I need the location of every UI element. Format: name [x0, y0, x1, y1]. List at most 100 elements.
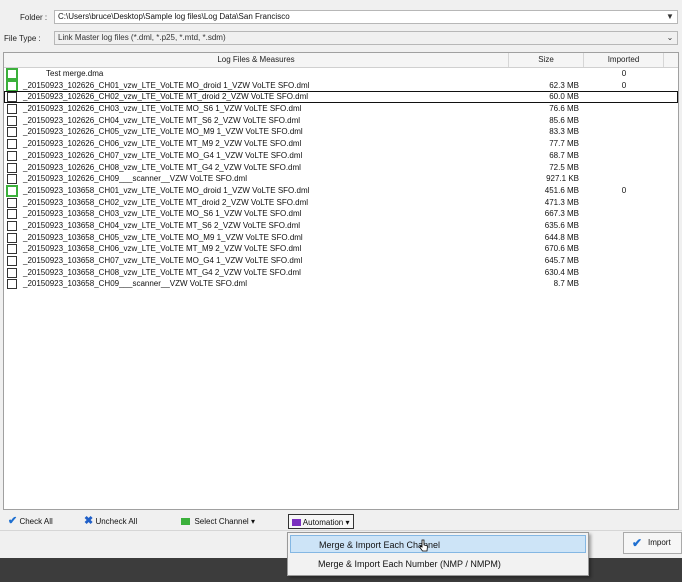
file-type-label: File Type : [4, 34, 41, 43]
dropdown-arrow-icon: ▾ [345, 518, 350, 527]
table-row[interactable]: _20150923_103658_CH07_vzw_LTE_VoLTE MO_G… [4, 255, 678, 267]
table-row[interactable]: _20150923_103658_CH05_vzw_LTE_VoLTE MO_M… [4, 232, 678, 244]
row-checkbox[interactable] [7, 279, 17, 290]
row-checkbox[interactable] [7, 256, 17, 266]
row-checkbox[interactable] [7, 104, 17, 115]
table-row[interactable]: _20150923_102626_CH02_vzw_LTE_VoLTE MT_d… [4, 91, 678, 104]
file-name: _20150923_103658_CH08_vzw_LTE_VoLTE MT_G… [23, 267, 301, 277]
file-size: 62.3 MB [549, 80, 579, 90]
row-checkbox[interactable] [7, 197, 17, 208]
menu-item-label: Merge & Import Each Number (NMP / NMPM) [318, 559, 501, 569]
row-checkbox[interactable] [7, 92, 17, 103]
check-all-button[interactable]: ✔ Check All [8, 514, 53, 529]
x-icon: ✖ [84, 515, 94, 527]
table-row[interactable]: _20150923_102626_CH05_vzw_LTE_VoLTE MO_M… [4, 126, 678, 138]
list-header: Log Files & Measures Size Imported [4, 53, 678, 68]
hand-cursor-icon [419, 539, 428, 552]
row-checkbox[interactable] [7, 220, 17, 231]
table-row[interactable]: _20150923_103658_CH04_vzw_LTE_VoLTE MT_S… [4, 220, 678, 232]
column-header-size[interactable]: Size [509, 53, 584, 67]
row-checkbox[interactable] [7, 127, 17, 138]
file-name: _20150923_103658_CH06_vzw_LTE_VoLTE MT_M… [23, 244, 302, 254]
file-size: 76.6 MB [549, 104, 579, 114]
row-checkbox[interactable] [6, 68, 18, 80]
file-name: _20150923_102626_CH09___scanner__VZW VoL… [23, 174, 247, 184]
import-button[interactable]: ✔ Import [623, 532, 682, 554]
check-all-label: Check All [19, 517, 53, 526]
row-checkbox[interactable] [7, 232, 17, 243]
file-name: _20150923_103658_CH04_vzw_LTE_VoLTE MT_S… [23, 220, 301, 230]
file-name: _20150923_102626_CH01_vzw_LTE_VoLTE MO_d… [23, 80, 310, 90]
table-row[interactable]: _20150923_103658_CH08_vzw_LTE_VoLTE MT_G… [4, 267, 678, 279]
purple-square-icon [292, 519, 301, 527]
row-checkbox[interactable] [7, 115, 17, 126]
column-header-log-files[interactable]: Log Files & Measures [4, 53, 509, 67]
imported-value: 0 [621, 185, 627, 195]
dropdown-arrow-icon[interactable]: ▼ [663, 11, 677, 23]
list-rows: Test merge.dma 0 _20150923_102626_CH01_vzw… [4, 68, 678, 290]
table-row[interactable]: _20150923_103658_CH01_vzw_LTE_VoLTE MO_d… [4, 184, 678, 197]
file-size: 77.7 MB [549, 139, 579, 149]
table-row[interactable]: _20150923_103658_CH02_vzw_LTE_VoLTE MT_d… [4, 197, 678, 209]
file-size: 927.1 KB [546, 174, 579, 184]
table-row[interactable]: _20150923_102626_CH01_vzw_LTE_VoLTE MO_d… [4, 79, 678, 92]
folder-value: C:\Users\bruce\Desktop\Sample log files\… [58, 12, 290, 21]
dropdown-arrow-icon: ▾ [250, 517, 255, 526]
file-size: 667.3 MB [544, 209, 579, 219]
file-size: 471.3 MB [544, 197, 579, 207]
file-name: _20150923_103658_CH03_vzw_LTE_VoLTE MO_S… [23, 209, 302, 219]
import-label: Import [648, 538, 671, 547]
row-checkbox[interactable] [7, 174, 17, 185]
file-name: _20150923_102626_CH04_vzw_LTE_VoLTE MT_S… [23, 115, 301, 125]
log-file-list[interactable]: Log Files & Measures Size Imported Test … [3, 52, 679, 510]
file-name: _20150923_102626_CH05_vzw_LTE_VoLTE MO_M… [23, 127, 303, 137]
checkmark-icon: ✔ [632, 536, 643, 550]
file-type-combo[interactable]: Link Master log files (*.dml, *.p25, *.m… [54, 31, 678, 45]
automation-label: Automation [302, 518, 344, 527]
uncheck-all-button[interactable]: ✖ Uncheck All [84, 514, 137, 529]
row-checkbox[interactable] [7, 267, 17, 278]
table-row[interactable]: _20150923_103658_CH03_vzw_LTE_VoLTE MO_S… [4, 208, 678, 220]
table-row[interactable]: _20150923_102626_CH04_vzw_LTE_VoLTE MT_S… [4, 115, 678, 127]
file-size: 60.0 MB [549, 92, 579, 102]
table-row[interactable]: _20150923_102626_CH07_vzw_LTE_VoLTE MO_G… [4, 150, 678, 162]
table-row[interactable]: _20150923_102626_CH03_vzw_LTE_VoLTE MO_S… [4, 103, 678, 115]
file-size: 8.7 MB [553, 279, 579, 289]
checkmark-icon: ✔ [8, 515, 18, 527]
row-checkbox[interactable] [7, 162, 17, 173]
table-row[interactable]: _20150923_103658_CH09___scanner__VZW VoL… [4, 278, 678, 290]
table-row[interactable]: _20150923_102626_CH06_vzw_LTE_VoLTE MT_M… [4, 138, 678, 150]
row-checkbox[interactable] [7, 139, 17, 150]
folder-combo[interactable]: C:\Users\bruce\Desktop\Sample log files\… [54, 10, 678, 24]
file-name: _20150923_103658_CH01_vzw_LTE_VoLTE MO_d… [23, 185, 310, 195]
automation-menu: Merge & Import Each Channel Merge & Impo… [287, 532, 589, 576]
file-name: _20150923_103658_CH05_vzw_LTE_VoLTE MO_M… [23, 232, 303, 242]
row-checkbox[interactable] [7, 244, 17, 255]
imported-value: 0 [621, 69, 627, 78]
menu-item-merge-import-each-channel[interactable]: Merge & Import Each Channel [290, 535, 586, 553]
select-channel-label: Select Channel [194, 517, 249, 526]
automation-button[interactable]: Automation ▾ [288, 514, 354, 529]
file-name: _20150923_102626_CH06_vzw_LTE_VoLTE MT_M… [23, 139, 302, 149]
file-name: _20150923_102626_CH03_vzw_LTE_VoLTE MO_S… [23, 104, 302, 114]
table-row[interactable]: _20150923_102626_CH08_vzw_LTE_VoLTE MT_G… [4, 162, 678, 174]
select-channel-button[interactable]: Select Channel ▾ [181, 514, 255, 529]
file-name: Test merge.dma [46, 69, 104, 78]
folder-label: Folder : [20, 13, 48, 22]
file-size: 72.5 MB [549, 162, 579, 172]
file-size: 670.6 MB [544, 244, 579, 254]
row-checkbox[interactable] [6, 79, 18, 92]
column-header-imported[interactable]: Imported [584, 53, 664, 67]
row-checkbox[interactable] [6, 184, 18, 197]
table-row[interactable]: _20150923_102626_CH09___scanner__VZW VoL… [4, 173, 678, 185]
dropdown-arrow-icon[interactable]: ⌄ [663, 32, 677, 44]
table-row[interactable]: _20150923_103658_CH06_vzw_LTE_VoLTE MT_M… [4, 243, 678, 255]
file-size: 644.8 MB [544, 232, 579, 242]
menu-item-merge-import-each-number[interactable]: Merge & Import Each Number (NMP / NMPM) [290, 555, 586, 573]
file-size: 85.6 MB [549, 115, 579, 125]
table-row[interactable]: Test merge.dma 0 [4, 68, 678, 80]
row-checkbox[interactable] [7, 150, 17, 161]
file-size: 635.6 MB [544, 220, 579, 230]
file-size: 645.7 MB [544, 256, 579, 265]
row-checkbox[interactable] [7, 209, 17, 220]
